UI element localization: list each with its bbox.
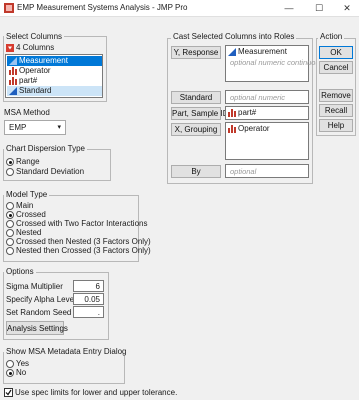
action-label: Action	[318, 32, 345, 41]
radio-yes[interactable]	[6, 360, 14, 368]
option-standard-deviation: Standard Deviation	[16, 167, 85, 176]
standard-list[interactable]: optional numeric	[225, 90, 309, 104]
radio-range[interactable]	[6, 158, 14, 166]
y-placeholder: optional numeric continuous	[230, 58, 324, 67]
remove-button[interactable]: Remove	[319, 89, 353, 102]
radio-crossed[interactable]	[6, 211, 14, 219]
ok-button[interactable]: OK	[319, 46, 353, 59]
analysis-settings-button[interactable]: Analysis Settings	[6, 321, 68, 335]
select-columns-label: Select Columns	[4, 32, 65, 41]
list-item-part[interactable]: part#	[7, 76, 102, 86]
column-filter-icon[interactable]	[6, 44, 14, 52]
minimize-icon[interactable]: —	[278, 1, 300, 15]
sigma-label: Sigma Multiplier	[6, 282, 63, 291]
option-crossed-then-nested: Crossed then Nested (3 Factors Only)	[16, 237, 151, 246]
radio-main[interactable]	[6, 202, 14, 210]
continuous-icon	[228, 48, 236, 56]
help-button[interactable]: Help	[319, 119, 353, 132]
options-label: Options	[4, 267, 36, 276]
radio-standard-deviation[interactable]	[6, 168, 14, 176]
by-list[interactable]: optional	[225, 164, 309, 178]
radio-crossed-then-nested[interactable]	[6, 238, 14, 246]
seed-label: Set Random Seed	[6, 308, 72, 317]
chevron-down-icon: ▾	[57, 124, 61, 131]
alpha-level-field[interactable]: 0.05	[73, 293, 104, 305]
nominal-icon	[9, 77, 17, 85]
cancel-button[interactable]: Cancel	[319, 61, 353, 74]
close-icon[interactable]: ✕	[336, 1, 358, 15]
msa-method-label: MSA Method	[4, 108, 50, 117]
checkmark-icon	[5, 389, 12, 396]
cast-roles-label: Cast Selected Columns into Roles	[171, 32, 297, 41]
nominal-icon	[9, 67, 17, 75]
spec-limits-label: Use spec limits for lower and upper tole…	[15, 388, 178, 397]
msa-method-dropdown[interactable]: EMP ▾	[4, 120, 66, 135]
option-range: Range	[16, 157, 40, 166]
part-value[interactable]: part#	[238, 108, 256, 117]
option-crossed-interactions: Crossed with Two Factor Interactions	[16, 219, 148, 228]
random-seed-field[interactable]: .	[73, 306, 104, 318]
dispersion-label: Chart Dispersion Type	[4, 144, 87, 153]
title-bar: EMP Measurement Systems Analysis - JMP P…	[0, 0, 359, 17]
window-title: EMP Measurement Systems Analysis - JMP P…	[17, 3, 188, 12]
y-response-list[interactable]: Measurement optional numeric continuous	[225, 45, 323, 82]
x-grouping-list[interactable]: Operator	[225, 122, 309, 160]
sigma-multiplier-field[interactable]: 6	[73, 280, 104, 292]
option-crossed: Crossed	[16, 210, 46, 219]
part-sample-id-list[interactable]: part#	[225, 106, 309, 120]
list-item-measurement[interactable]: Measurement	[7, 56, 102, 66]
standard-button[interactable]: Standard	[171, 91, 221, 104]
y-value-measurement[interactable]: Measurement	[238, 47, 287, 56]
continuous-icon	[9, 87, 17, 95]
column-list[interactable]: Measurement Operator part# Standard	[5, 54, 103, 98]
by-button[interactable]: By	[171, 165, 221, 178]
radio-nested[interactable]	[6, 229, 14, 237]
columns-count-row[interactable]: 4 Columns	[6, 43, 104, 54]
by-placeholder: optional	[230, 167, 257, 176]
radio-no[interactable]	[6, 369, 14, 377]
nominal-icon	[228, 109, 236, 117]
columns-count: 4 Columns	[16, 43, 55, 52]
option-main: Main	[16, 201, 34, 210]
alpha-label: Specify Alpha Level	[6, 295, 76, 304]
model-type-label: Model Type	[4, 190, 50, 199]
option-no: No	[16, 368, 27, 377]
list-item-standard[interactable]: Standard	[7, 86, 102, 96]
y-response-button[interactable]: Y, Response	[171, 46, 221, 59]
spec-limits-checkbox[interactable]	[4, 388, 13, 397]
metadata-dialog-label: Show MSA Metadata Entry Dialog	[4, 347, 129, 356]
standard-placeholder: optional numeric	[230, 93, 286, 102]
recall-button[interactable]: Recall	[319, 104, 353, 117]
maximize-icon[interactable]: ☐	[308, 1, 330, 15]
x-grouping-button[interactable]: X, Grouping	[171, 123, 221, 136]
list-item-operator[interactable]: Operator	[7, 66, 102, 76]
continuous-icon	[9, 57, 17, 65]
jmp-app-icon	[4, 3, 14, 13]
option-nested: Nested	[16, 228, 42, 237]
option-nested-then-crossed: Nested then Crossed (3 Factors Only)	[16, 246, 151, 255]
part-sample-id-button[interactable]: Part, Sample ID	[171, 107, 228, 120]
radio-crossed-interactions[interactable]	[6, 220, 14, 228]
nominal-icon	[228, 125, 236, 133]
radio-nested-then-crossed[interactable]	[6, 247, 14, 255]
x-value-operator[interactable]: Operator	[238, 124, 270, 133]
option-yes: Yes	[16, 359, 30, 368]
